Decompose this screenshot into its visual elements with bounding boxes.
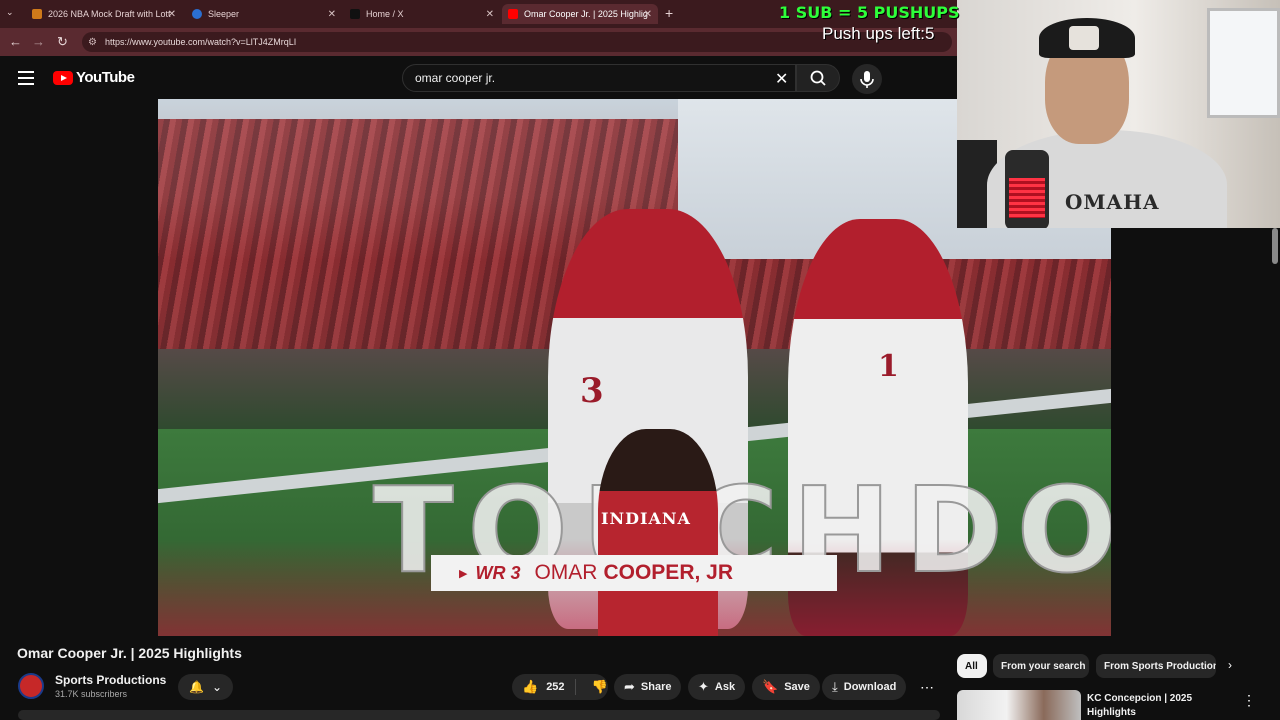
- tab-favicon-icon: [32, 9, 42, 19]
- youtube-logo[interactable]: YouTube: [53, 69, 135, 86]
- chevron-right-icon[interactable]: ›: [1228, 658, 1232, 672]
- jersey-number: 1: [878, 349, 899, 384]
- notification-button[interactable]: 🔔 ⌄: [178, 674, 233, 700]
- webcam-window: [1207, 8, 1280, 118]
- forward-button[interactable]: →: [32, 34, 45, 49]
- save-label: Save: [784, 681, 810, 693]
- youtube-wordmark: YouTube: [76, 69, 135, 86]
- download-button[interactable]: ⤓ Download: [822, 674, 907, 700]
- channel-avatar[interactable]: [18, 673, 44, 699]
- search-query: omar cooper jr.: [415, 71, 496, 85]
- player-cutout: [598, 429, 718, 636]
- like-count: 252: [546, 681, 565, 693]
- browser-tab[interactable]: Sleeper ✕: [186, 4, 342, 24]
- browser-tab[interactable]: 2026 NBA Mock Draft with Lott ✕: [26, 4, 182, 24]
- video-title: Omar Cooper Jr. | 2025 Highlights: [17, 645, 242, 661]
- ask-label: Ask: [714, 681, 736, 693]
- youtube-play-icon: [53, 70, 73, 85]
- tab-label: Omar Cooper Jr. | 2025 Highlig: [524, 9, 648, 19]
- page-scrollbar[interactable]: [1272, 228, 1278, 264]
- more-actions-icon[interactable]: ⋯: [915, 674, 939, 700]
- thumbs-down-icon: 👎: [591, 679, 608, 694]
- search-icon: [810, 70, 826, 86]
- like-dislike-group: 👍 252 👎: [512, 674, 608, 700]
- cap-patch: [1069, 26, 1099, 50]
- search-button[interactable]: [796, 64, 840, 92]
- share-button[interactable]: ➦ Share: [614, 674, 682, 700]
- channel-name[interactable]: Sports Productions: [55, 673, 166, 687]
- jersey-number: 3: [580, 371, 604, 411]
- browser-tab-active[interactable]: Omar Cooper Jr. | 2025 Highlig ✕: [502, 4, 658, 24]
- nameplate-last-name: COOPER, JR: [603, 561, 733, 584]
- chip-from-channel[interactable]: From Sports Productions: [1096, 654, 1216, 678]
- reload-button[interactable]: ↻: [57, 34, 68, 50]
- tab-list-button[interactable]: ⌄: [6, 7, 14, 18]
- tab-close-icon[interactable]: ✕: [328, 9, 336, 20]
- nameplate-first-name: OMAR: [534, 561, 598, 584]
- tab-label: Home / X: [366, 9, 404, 19]
- microphone-light: [1009, 178, 1045, 218]
- tab-close-icon[interactable]: ✕: [486, 9, 494, 20]
- like-button[interactable]: 👍 252: [512, 679, 576, 695]
- player-nameplate: ▶ WR 3 OMAR COOPER, JR: [431, 555, 837, 591]
- back-button[interactable]: ←: [9, 34, 22, 49]
- tab-label: Sleeper: [208, 9, 240, 19]
- sparkle-icon: ✦: [698, 679, 709, 694]
- browser-toolbar: ← → ↻ ⚙ https://www.youtube.com/watch?v=…: [0, 28, 960, 56]
- url-text: https://www.youtube.com/watch?v=LlTJ4ZMr…: [104, 37, 297, 47]
- download-label: Download: [843, 681, 897, 693]
- dislike-button[interactable]: 👎: [582, 679, 618, 695]
- chip-from-your-search[interactable]: From your search: [993, 654, 1089, 678]
- shirt-text: OMAHA: [1065, 190, 1160, 214]
- youtube-header: YouTube omar cooper jr. ✕: [0, 56, 960, 100]
- ask-button[interactable]: ✦ Ask: [688, 674, 746, 700]
- tab-favicon-icon: [192, 9, 202, 19]
- voice-search-button[interactable]: [852, 64, 882, 94]
- thumbs-up-icon: 👍: [522, 679, 539, 694]
- share-icon: ➦: [624, 679, 635, 694]
- sub-pushup-rule: 1 SUB = 5 PUSHUPS: [779, 3, 960, 22]
- share-label: Share: [640, 681, 672, 693]
- microphone-icon: [860, 71, 874, 88]
- bell-icon: 🔔: [188, 680, 204, 694]
- tab-close-icon[interactable]: ✕: [168, 9, 176, 20]
- recommendation-thumbnail[interactable]: [957, 690, 1081, 720]
- recommendation-menu-icon[interactable]: ⋮: [1242, 692, 1256, 709]
- save-button[interactable]: 🔖 Save: [752, 674, 820, 700]
- new-tab-button[interactable]: +: [665, 5, 673, 21]
- search-input[interactable]: omar cooper jr.: [402, 64, 796, 92]
- cutout-jersey-text: INDIANA: [601, 509, 691, 528]
- nameplate-arrow-icon: ▶: [459, 567, 468, 580]
- tab-close-icon[interactable]: ✕: [644, 9, 652, 20]
- webcam-overlay: OMAHA: [957, 0, 1280, 228]
- download-icon: ⤓: [832, 679, 838, 694]
- nameplate-position: WR 3: [475, 562, 521, 583]
- browser-tab[interactable]: Home / X ✕: [344, 4, 500, 24]
- x-logo-icon: [350, 9, 360, 19]
- youtube-favicon-icon: [508, 9, 518, 19]
- clear-search-icon[interactable]: ✕: [775, 69, 788, 89]
- recommendation-title[interactable]: KC Concepcion | 2025 Highlights: [1087, 692, 1227, 720]
- chip-all[interactable]: All: [957, 654, 987, 678]
- pushups-left-counter: Push ups left:5: [822, 24, 935, 43]
- tab-label: 2026 NBA Mock Draft with Lott: [48, 9, 171, 19]
- bookmark-icon: 🔖: [762, 679, 779, 694]
- subscriber-count: 31.7K subscribers: [55, 689, 128, 699]
- description-box[interactable]: [18, 710, 940, 720]
- hamburger-menu-icon[interactable]: [18, 71, 34, 85]
- chevron-down-icon: ⌄: [211, 680, 222, 694]
- site-info-icon[interactable]: ⚙: [88, 37, 97, 48]
